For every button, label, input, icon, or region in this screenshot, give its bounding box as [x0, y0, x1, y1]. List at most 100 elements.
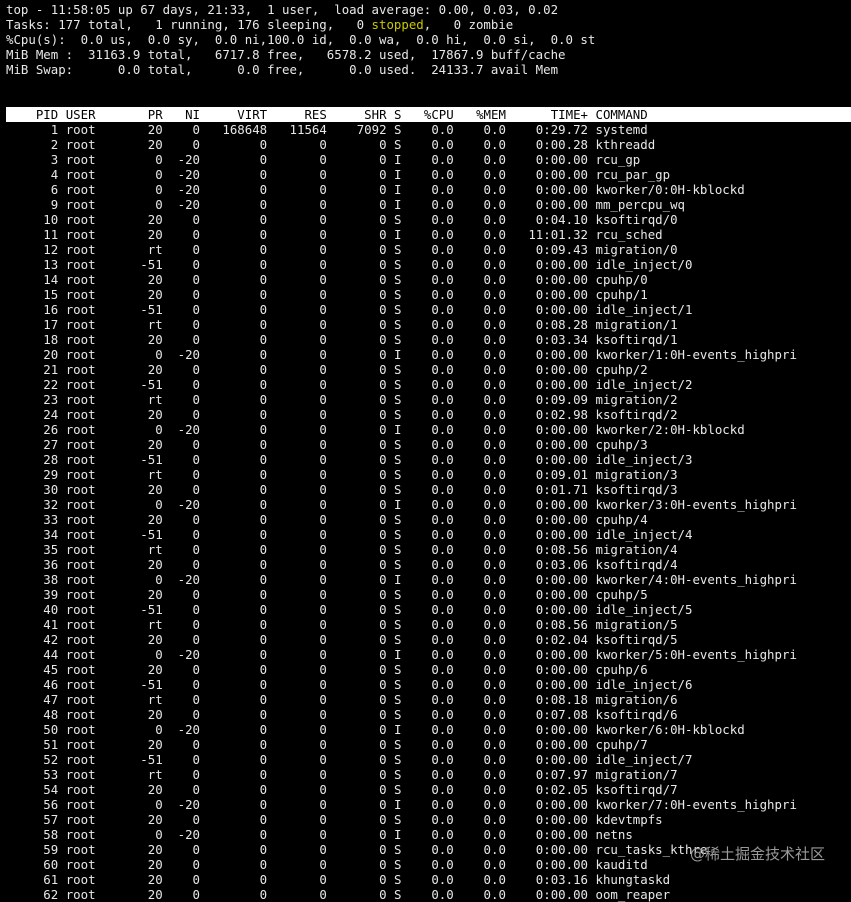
cell-time: 0:08.18	[513, 692, 589, 707]
process-row[interactable]: 36 root 20 0 0 0 0 S 0.0 0.0 0:03.06 kso…	[6, 557, 851, 572]
process-row[interactable]: 9 root 0 -20 0 0 0 I 0.0 0.0 0:00.00 mm_…	[6, 197, 851, 212]
process-row[interactable]: 33 root 20 0 0 0 0 S 0.0 0.0 0:00.00 cpu…	[6, 512, 851, 527]
process-row[interactable]: 39 root 20 0 0 0 0 S 0.0 0.0 0:00.00 cpu…	[6, 587, 851, 602]
cell-state: S	[394, 482, 402, 497]
process-row[interactable]: 12 root rt 0 0 0 0 S 0.0 0.0 0:09.43 mig…	[6, 242, 851, 257]
process-row[interactable]: 62 root 20 0 0 0 0 S 0.0 0.0 0:00.00 oom…	[6, 887, 851, 902]
terminal-window[interactable]: top - 11:58:05 up 67 days, 21:33, 1 user…	[6, 2, 851, 902]
process-row[interactable]: 57 root 20 0 0 0 0 S 0.0 0.0 0:00.00 kde…	[6, 812, 851, 827]
cell-user: root	[65, 827, 133, 842]
cell-pr: rt	[140, 317, 163, 332]
cell-virt: 0	[207, 227, 268, 242]
cell-shr: 0	[334, 542, 387, 557]
column-header-ni: NI	[170, 107, 200, 122]
process-row[interactable]: 53 root rt 0 0 0 0 S 0.0 0.0 0:07.97 mig…	[6, 767, 851, 782]
process-row[interactable]: 38 root 0 -20 0 0 0 I 0.0 0.0 0:00.00 kw…	[6, 572, 851, 587]
process-row[interactable]: 30 root 20 0 0 0 0 S 0.0 0.0 0:01.71 kso…	[6, 482, 851, 497]
cell-time: 0:00.00	[513, 167, 589, 182]
cell-state: S	[394, 392, 402, 407]
cell-virt: 0	[207, 167, 268, 182]
process-row[interactable]: 45 root 20 0 0 0 0 S 0.0 0.0 0:00.00 cpu…	[6, 662, 851, 677]
cell-res: 0	[274, 842, 327, 857]
cell-ni: 0	[170, 692, 200, 707]
process-row[interactable]: 17 root rt 0 0 0 0 S 0.0 0.0 0:08.28 mig…	[6, 317, 851, 332]
process-row[interactable]: 42 root 20 0 0 0 0 S 0.0 0.0 0:02.04 kso…	[6, 632, 851, 647]
cell-pid: 16	[6, 302, 59, 317]
cell-user: root	[65, 332, 133, 347]
process-row[interactable]: 23 root rt 0 0 0 0 S 0.0 0.0 0:09.09 mig…	[6, 392, 851, 407]
process-row[interactable]: 18 root 20 0 0 0 0 S 0.0 0.0 0:03.34 kso…	[6, 332, 851, 347]
process-row[interactable]: 22 root -51 0 0 0 0 S 0.0 0.0 0:00.00 id…	[6, 377, 851, 392]
cell-cpu: 0.0	[408, 152, 454, 167]
cell-shr: 0	[334, 527, 387, 542]
process-row[interactable]: 27 root 20 0 0 0 0 S 0.0 0.0 0:00.00 cpu…	[6, 437, 851, 452]
cell-time: 0:07.08	[513, 707, 589, 722]
cell-time: 0:00.00	[513, 797, 589, 812]
process-row[interactable]: 10 root 20 0 0 0 0 S 0.0 0.0 0:04.10 kso…	[6, 212, 851, 227]
process-row[interactable]: 47 root rt 0 0 0 0 S 0.0 0.0 0:08.18 mig…	[6, 692, 851, 707]
cell-state: S	[394, 332, 402, 347]
process-row[interactable]: 51 root 20 0 0 0 0 S 0.0 0.0 0:00.00 cpu…	[6, 737, 851, 752]
process-row[interactable]: 1 root 20 0 168648 11564 7092 S 0.0 0.0 …	[6, 122, 851, 137]
process-row[interactable]: 44 root 0 -20 0 0 0 I 0.0 0.0 0:00.00 kw…	[6, 647, 851, 662]
cell-ni: 0	[170, 122, 200, 137]
process-row[interactable]: 29 root rt 0 0 0 0 S 0.0 0.0 0:09.01 mig…	[6, 467, 851, 482]
cell-time: 0:00.00	[513, 302, 589, 317]
process-row[interactable]: 21 root 20 0 0 0 0 S 0.0 0.0 0:00.00 cpu…	[6, 362, 851, 377]
column-header-command: COMMAND	[595, 107, 648, 122]
cell-mem: 0.0	[461, 827, 506, 842]
cell-state: S	[394, 452, 402, 467]
cell-pid: 53	[6, 767, 59, 782]
cell-pr: 20	[140, 842, 163, 857]
process-row[interactable]: 41 root rt 0 0 0 0 S 0.0 0.0 0:08.56 mig…	[6, 617, 851, 632]
process-row[interactable]: 16 root -51 0 0 0 0 S 0.0 0.0 0:00.00 id…	[6, 302, 851, 317]
cell-pid: 10	[6, 212, 59, 227]
cell-ni: -20	[170, 182, 200, 197]
cell-command: cpuhp/0	[595, 272, 648, 287]
cell-pr: 20	[140, 782, 163, 797]
cell-shr: 0	[334, 422, 387, 437]
process-row[interactable]: 50 root 0 -20 0 0 0 I 0.0 0.0 0:00.00 kw…	[6, 722, 851, 737]
cell-shr: 0	[334, 137, 387, 152]
process-row[interactable]: 35 root rt 0 0 0 0 S 0.0 0.0 0:08.56 mig…	[6, 542, 851, 557]
cell-res: 0	[274, 602, 327, 617]
cell-pr: 20	[140, 437, 163, 452]
cell-state: S	[394, 737, 402, 752]
cell-ni: 0	[170, 632, 200, 647]
process-row[interactable]: 3 root 0 -20 0 0 0 I 0.0 0.0 0:00.00 rcu…	[6, 152, 851, 167]
cell-shr: 0	[334, 557, 387, 572]
process-row[interactable]: 11 root 20 0 0 0 0 I 0.0 0.0 11:01.32 rc…	[6, 227, 851, 242]
cell-shr: 0	[334, 452, 387, 467]
process-row[interactable]: 40 root -51 0 0 0 0 S 0.0 0.0 0:00.00 id…	[6, 602, 851, 617]
process-row[interactable]: 20 root 0 -20 0 0 0 I 0.0 0.0 0:00.00 kw…	[6, 347, 851, 362]
process-row[interactable]: 13 root -51 0 0 0 0 S 0.0 0.0 0:00.00 id…	[6, 257, 851, 272]
process-row[interactable]: 61 root 20 0 0 0 0 S 0.0 0.0 0:03.16 khu…	[6, 872, 851, 887]
cell-res: 0	[274, 167, 327, 182]
cell-command: mm_percpu_wq	[595, 197, 686, 212]
cell-user: root	[65, 482, 133, 497]
process-row[interactable]: 56 root 0 -20 0 0 0 I 0.0 0.0 0:00.00 kw…	[6, 797, 851, 812]
process-row[interactable]: 15 root 20 0 0 0 0 S 0.0 0.0 0:00.00 cpu…	[6, 287, 851, 302]
cell-virt: 0	[207, 182, 268, 197]
process-row[interactable]: 46 root -51 0 0 0 0 S 0.0 0.0 0:00.00 id…	[6, 677, 851, 692]
cell-cpu: 0.0	[408, 347, 454, 362]
process-row[interactable]: 54 root 20 0 0 0 0 S 0.0 0.0 0:02.05 kso…	[6, 782, 851, 797]
cell-shr: 0	[334, 617, 387, 632]
process-row[interactable]: 48 root 20 0 0 0 0 S 0.0 0.0 0:07.08 kso…	[6, 707, 851, 722]
process-row[interactable]: 14 root 20 0 0 0 0 S 0.0 0.0 0:00.00 cpu…	[6, 272, 851, 287]
cell-command: cpuhp/7	[595, 737, 648, 752]
process-row[interactable]: 32 root 0 -20 0 0 0 I 0.0 0.0 0:00.00 kw…	[6, 497, 851, 512]
process-row[interactable]: 28 root -51 0 0 0 0 S 0.0 0.0 0:00.00 id…	[6, 452, 851, 467]
process-row[interactable]: 4 root 0 -20 0 0 0 I 0.0 0.0 0:00.00 rcu…	[6, 167, 851, 182]
cell-ni: 0	[170, 512, 200, 527]
process-row[interactable]: 26 root 0 -20 0 0 0 I 0.0 0.0 0:00.00 kw…	[6, 422, 851, 437]
process-row[interactable]: 2 root 20 0 0 0 0 S 0.0 0.0 0:00.28 kthr…	[6, 137, 851, 152]
process-row[interactable]: 52 root -51 0 0 0 0 S 0.0 0.0 0:00.00 id…	[6, 752, 851, 767]
process-row[interactable]: 58 root 0 -20 0 0 0 I 0.0 0.0 0:00.00 ne…	[6, 827, 851, 842]
process-row[interactable]: 34 root -51 0 0 0 0 S 0.0 0.0 0:00.00 id…	[6, 527, 851, 542]
process-row[interactable]: 6 root 0 -20 0 0 0 I 0.0 0.0 0:00.00 kwo…	[6, 182, 851, 197]
cell-res: 0	[274, 707, 327, 722]
process-row[interactable]: 24 root 20 0 0 0 0 S 0.0 0.0 0:02.98 kso…	[6, 407, 851, 422]
cell-cpu: 0.0	[408, 677, 454, 692]
cell-shr: 0	[334, 392, 387, 407]
